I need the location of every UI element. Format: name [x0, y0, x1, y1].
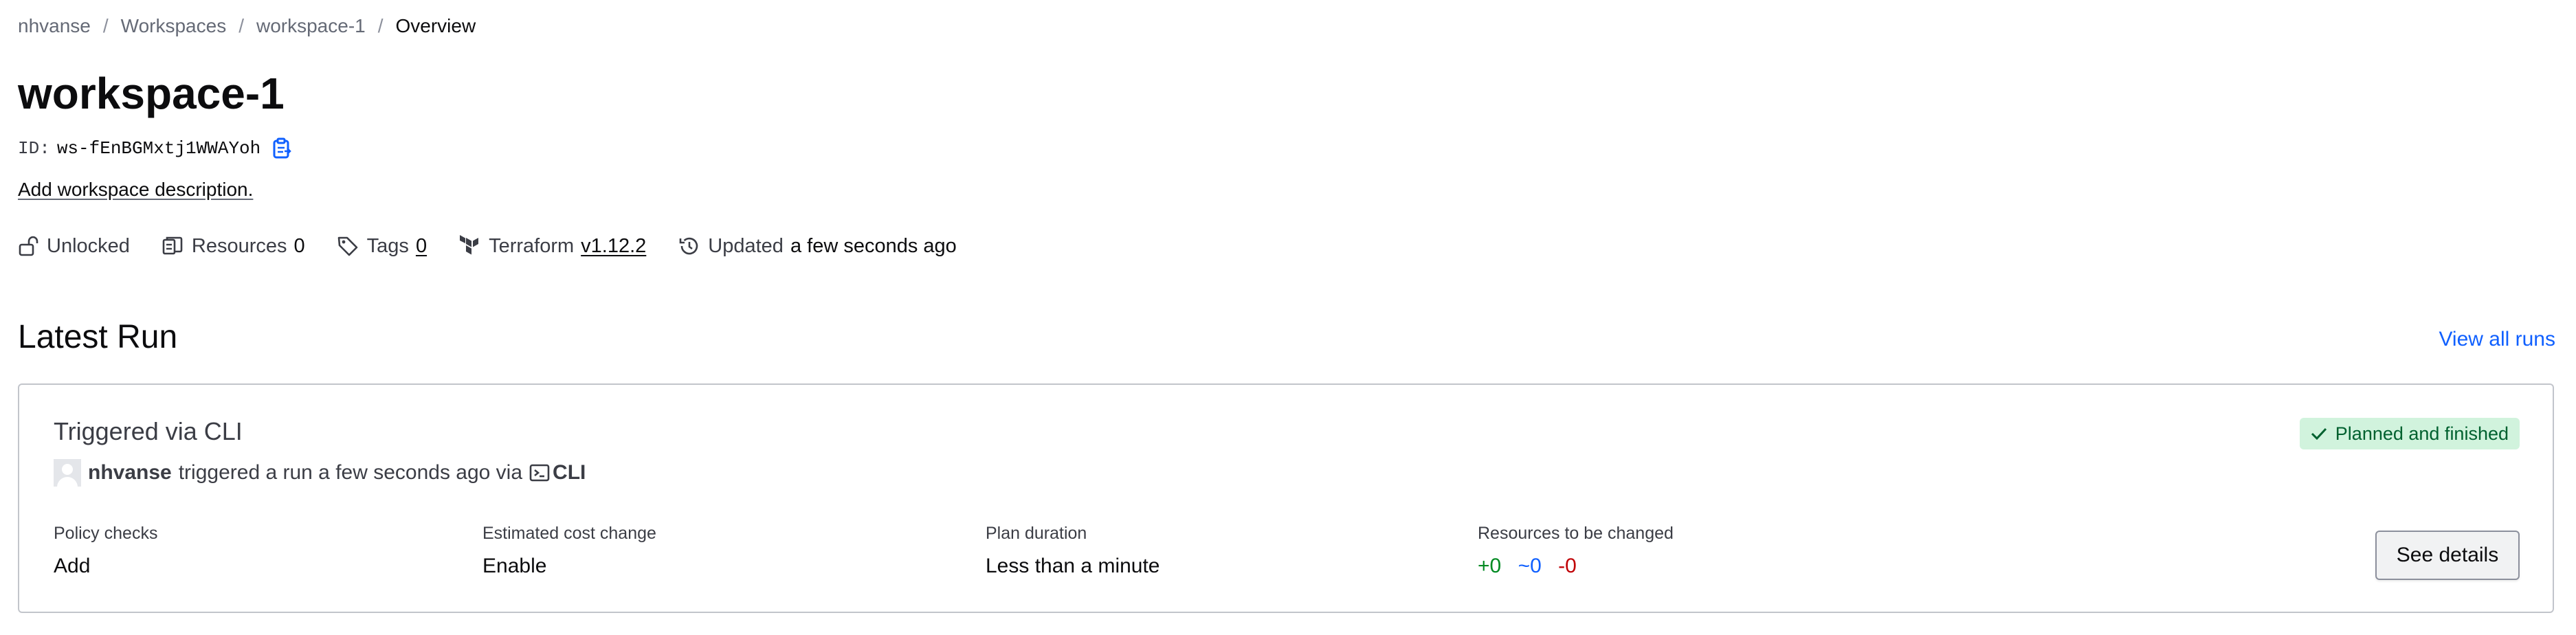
latest-run-card: Triggered via CLI Planned and finished n… [18, 383, 2554, 613]
resources-destroy-count: -0 [1558, 555, 1577, 577]
cost-estimation-enable-link[interactable]: Enable [482, 553, 656, 580]
last-updated: Updated a few seconds ago [678, 234, 957, 258]
terraform-label: Terraform [489, 235, 575, 257]
plan-duration-label: Plan duration [986, 524, 1087, 543]
check-icon [2311, 427, 2327, 441]
resources-change-count: ~0 [1518, 555, 1542, 577]
tags-count: Tags 0 [337, 234, 427, 258]
run-status-label: Planned and finished [2335, 423, 2509, 444]
run-byline: nhvanse triggered a run a few seconds ag… [54, 459, 586, 487]
resources-add-count: +0 [1478, 555, 1502, 577]
tags-value-link[interactable]: 0 [416, 234, 427, 258]
policy-checks-stat: Policy checks Add [54, 522, 157, 580]
policy-checks-add-link[interactable]: Add [54, 553, 157, 580]
workspace-id-row: ID: ws-fEnBGMxtj1WWAYoh [18, 136, 293, 161]
updated-label: Updated [708, 235, 784, 257]
cost-change-label: Estimated cost change [482, 524, 656, 543]
breadcrumb-separator: / [102, 15, 109, 36]
cost-change-stat: Estimated cost change Enable [482, 522, 656, 580]
avatar [54, 459, 81, 487]
resources-count: Resources 0 [162, 234, 305, 258]
policy-checks-label: Policy checks [54, 524, 158, 543]
updated-value: a few seconds ago [790, 235, 957, 257]
workspace-meta-row: Unlocked Resources 0 Tags 0 Terraform v1… [18, 234, 988, 258]
breadcrumb-workspaces-link[interactable]: Workspaces [121, 14, 227, 38]
breadcrumb-separator: / [238, 15, 244, 36]
lock-status-label: Unlocked [47, 235, 130, 257]
copy-id-button[interactable] [270, 137, 293, 160]
resources-value: 0 [293, 235, 305, 257]
breadcrumb-workspace-link[interactable]: workspace-1 [256, 14, 366, 38]
workspace-id-label: ID: [18, 138, 50, 159]
terminal-icon [529, 464, 550, 482]
plan-duration-value: Less than a minute [986, 555, 1160, 577]
add-description-link[interactable]: Add workspace description. [18, 177, 253, 202]
view-all-runs-link[interactable]: View all runs [2439, 326, 2555, 353]
terraform-logo-icon [460, 235, 479, 255]
terraform-version: Terraform v1.12.2 [458, 234, 646, 258]
breadcrumb-separator: / [377, 15, 384, 36]
resources-changed-values: +0 ~0 -0 [1478, 553, 1674, 580]
page-title: workspace-1 [18, 69, 285, 118]
lock-status: Unlocked [18, 234, 130, 258]
history-icon [679, 237, 698, 255]
resources-icon [162, 236, 183, 255]
terraform-version-link[interactable]: v1.12.2 [581, 234, 646, 258]
resources-changed-stat: Resources to be changed +0 ~0 -0 [1478, 522, 1674, 580]
clipboard-icon [273, 137, 292, 159]
run-status-badge: Planned and finished [2299, 418, 2520, 449]
tags-label: Tags [366, 235, 409, 257]
breadcrumb-org-link[interactable]: nhvanse [18, 14, 91, 38]
resources-label: Resources [191, 235, 287, 257]
plan-duration-stat: Plan duration Less than a minute [986, 522, 1160, 580]
run-source: CLI [529, 459, 586, 487]
latest-run-heading: Latest Run [18, 319, 178, 355]
run-title: Triggered via CLI [54, 417, 243, 445]
resources-changed-label: Resources to be changed [1478, 524, 1674, 543]
run-byline-text: triggered a run a few seconds ago via [178, 461, 523, 484]
breadcrumb-current: Overview [395, 15, 476, 36]
tag-icon [337, 236, 357, 256]
see-details-button[interactable]: See details [2375, 531, 2520, 580]
breadcrumb: nhvanse / Workspaces / workspace-1 / Ove… [18, 14, 476, 38]
run-source-label: CLI [553, 461, 586, 484]
unlock-icon [19, 236, 38, 256]
workspace-id-value: ws-fEnBGMxtj1WWAYoh [56, 138, 261, 159]
run-user-link[interactable]: nhvanse [88, 459, 172, 487]
